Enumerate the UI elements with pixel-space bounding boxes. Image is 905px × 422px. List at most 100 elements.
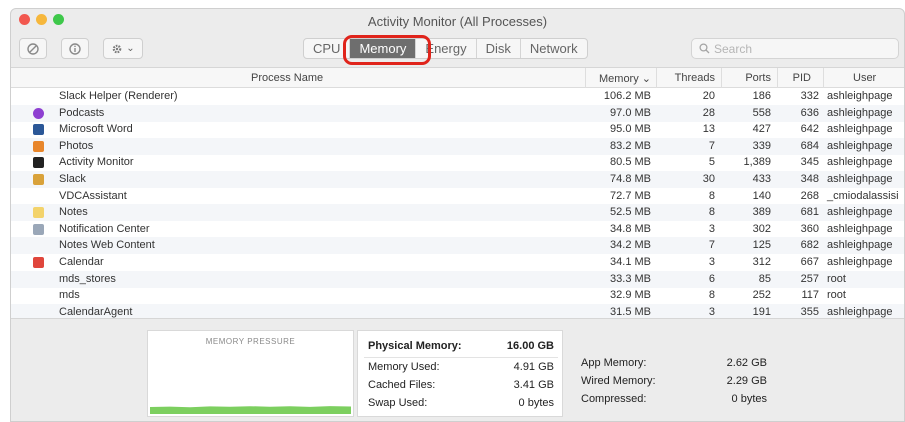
pid-value: 642 bbox=[800, 123, 819, 136]
compressed-value: 0 bytes bbox=[731, 393, 767, 405]
ports-value: 125 bbox=[752, 239, 771, 252]
threads-value: 3 bbox=[708, 222, 715, 235]
threads-value: 5 bbox=[708, 156, 715, 169]
table-row[interactable]: Photos 83.2 MB 7 339 684 ashleighpage bbox=[11, 137, 904, 155]
threads-value: 7 bbox=[708, 139, 715, 152]
notes-icon bbox=[33, 207, 44, 219]
pid-value: 348 bbox=[800, 173, 819, 185]
process-name: Notes bbox=[59, 206, 88, 219]
memory-value: 34.1 MB bbox=[610, 256, 651, 268]
process-name: Podcasts bbox=[59, 106, 105, 119]
ports-value: 191 bbox=[752, 305, 771, 318]
pid-value: 117 bbox=[801, 289, 819, 302]
pid-value: 355 bbox=[800, 305, 819, 318]
user-value: ashleighpage bbox=[827, 256, 893, 268]
notification-center-icon bbox=[33, 223, 44, 235]
ports-value: 302 bbox=[752, 222, 771, 235]
pid-value: 667 bbox=[800, 256, 819, 268]
threads-value: 8 bbox=[708, 189, 715, 202]
stop-process-icon bbox=[27, 42, 39, 55]
cached-files-value: 3.41 GB bbox=[513, 379, 554, 391]
pid-value: 636 bbox=[800, 106, 819, 119]
title-bar: Activity Monitor (All Processes) bbox=[11, 9, 904, 33]
threads-value: 8 bbox=[708, 289, 715, 302]
process-name: mds_stores bbox=[59, 272, 116, 285]
memory-used-label: Memory Used: bbox=[368, 361, 440, 373]
calendar-icon bbox=[33, 257, 44, 268]
table-row[interactable]: Podcasts 97.0 MB 28 558 636 ashleighpage bbox=[11, 104, 904, 122]
threads-value: 20 bbox=[702, 90, 715, 102]
user-value: ashleighpage bbox=[827, 106, 893, 119]
column-divider bbox=[823, 68, 824, 88]
table-row[interactable]: Calendar 34.1 MB 3 312 667 ashleighpage bbox=[11, 254, 904, 271]
table-row[interactable]: Slack 74.8 MB 30 433 348 ashleighpage bbox=[11, 171, 904, 188]
tab-network[interactable]: Network bbox=[521, 39, 587, 58]
table-row[interactable]: VDCAssistant 72.7 MB 8 140 268 _cmiodalassisi bbox=[11, 188, 904, 205]
ports-value: 427 bbox=[752, 123, 771, 136]
activity-monitor-window: Activity Monitor (All Processes) ⌄ CPU M… bbox=[10, 8, 905, 422]
memory-value: 95.0 MB bbox=[610, 123, 651, 136]
tab-disk[interactable]: Disk bbox=[477, 39, 521, 58]
wired-memory-label: Wired Memory: bbox=[581, 375, 656, 387]
column-header-ports[interactable]: Ports bbox=[723, 72, 771, 84]
cached-files-label: Cached Files: bbox=[368, 379, 436, 391]
compressed-label: Compressed: bbox=[581, 393, 647, 405]
column-header-user[interactable]: User bbox=[853, 72, 876, 84]
column-header-threads[interactable]: Threads bbox=[661, 72, 715, 84]
user-value: ashleighpage bbox=[827, 206, 893, 219]
table-row[interactable]: Notes 52.5 MB 8 389 681 ashleighpage bbox=[11, 204, 904, 222]
user-value: _cmiodalassisi bbox=[827, 189, 899, 202]
pid-value: 345 bbox=[800, 156, 819, 169]
physical-memory-stats: Physical Memory: 16.00 GB Memory Used: 4… bbox=[357, 330, 563, 417]
table-row[interactable]: mds 32.9 MB 8 252 117 root bbox=[11, 287, 904, 304]
podcasts-icon bbox=[33, 107, 44, 119]
memory-value: 106.2 MB bbox=[603, 90, 651, 102]
toolbar: ⌄ CPU Memory Energy Disk Network bbox=[11, 35, 904, 65]
memory-value: 97.0 MB bbox=[610, 106, 651, 119]
process-name: Photos bbox=[59, 139, 94, 152]
search-icon bbox=[699, 43, 710, 54]
table-row[interactable]: mds_stores 33.3 MB 6 85 257 root bbox=[11, 270, 904, 288]
ports-value: 252 bbox=[752, 289, 771, 302]
physical-memory-value: 16.00 GB bbox=[506, 340, 554, 352]
table-row[interactable]: Microsoft Word 95.0 MB 13 427 642 ashleighpag… bbox=[11, 121, 904, 138]
process-name: Microsoft Word bbox=[59, 123, 133, 136]
process-name: Notification Center bbox=[59, 222, 150, 235]
physical-memory-label: Physical Memory: bbox=[368, 340, 462, 352]
slack-icon bbox=[33, 174, 44, 185]
table-header: Process Name Memory ⌄ Threads Ports PID … bbox=[11, 68, 904, 88]
search-input[interactable] bbox=[714, 41, 884, 56]
memory-value: 80.5 MB bbox=[610, 156, 651, 169]
memory-used-value: 4.91 GB bbox=[513, 361, 554, 373]
photos-icon bbox=[33, 140, 44, 152]
column-header-process-name[interactable]: Process Name bbox=[251, 72, 323, 84]
table-row[interactable]: Activity Monitor 80.5 MB 5 1,389 345 ashleigh… bbox=[11, 154, 904, 171]
table-row[interactable]: CalendarAgent 31.5 MB 3 191 355 ashleighpage bbox=[11, 303, 904, 318]
stop-process-button[interactable] bbox=[19, 38, 47, 59]
pid-value: 332 bbox=[800, 90, 819, 102]
process-name: Activity Monitor bbox=[59, 156, 134, 169]
memory-summary-panel: MEMORY PRESSURE Physical Memory: 16.00 G… bbox=[11, 320, 904, 421]
gear-menu-button[interactable]: ⌄ bbox=[103, 38, 143, 59]
column-header-pid[interactable]: PID bbox=[781, 72, 811, 84]
table-row[interactable]: Notification Center 34.8 MB 3 302 360 ashleig… bbox=[11, 221, 904, 238]
table-row[interactable]: Slack Helper (Renderer) 106.2 MB 20 186 332 a… bbox=[11, 88, 904, 105]
word-icon bbox=[33, 124, 44, 136]
info-button[interactable] bbox=[61, 38, 89, 59]
wired-memory-value: 2.29 GB bbox=[726, 375, 767, 387]
column-header-memory[interactable]: Memory ⌄ bbox=[589, 72, 651, 85]
pid-value: 257 bbox=[800, 272, 819, 285]
user-value: ashleighpage bbox=[827, 123, 893, 136]
memory-tab-highlight bbox=[343, 35, 431, 65]
search-field[interactable] bbox=[691, 38, 899, 59]
process-name: mds bbox=[59, 289, 80, 302]
memory-value: 33.3 MB bbox=[610, 272, 651, 285]
table-row[interactable]: Notes Web Content 34.2 MB 7 125 682 ashleighp… bbox=[11, 237, 904, 255]
process-name: Calendar bbox=[59, 256, 104, 268]
memory-value: 52.5 MB bbox=[610, 206, 651, 219]
user-value: root bbox=[827, 272, 846, 285]
user-value: ashleighpage bbox=[827, 305, 893, 318]
threads-value: 28 bbox=[702, 106, 715, 119]
app-memory-label: App Memory: bbox=[581, 357, 647, 369]
threads-value: 3 bbox=[708, 305, 715, 318]
